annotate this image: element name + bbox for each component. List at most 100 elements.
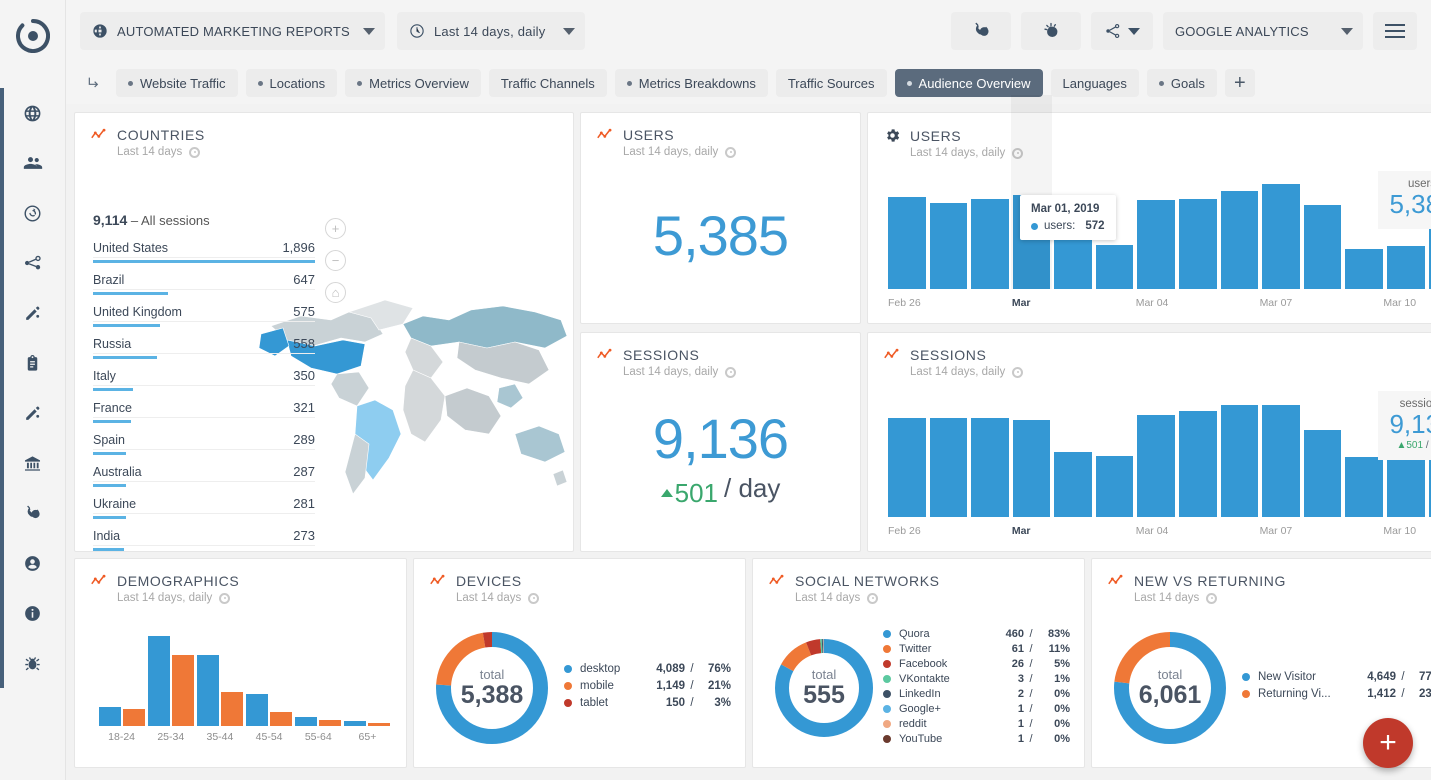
- sessions-bars: [888, 391, 1431, 517]
- tab-goals[interactable]: Goals: [1147, 69, 1217, 97]
- tab-metrics-breakdowns[interactable]: Metrics Breakdowns: [615, 69, 768, 97]
- legend-row[interactable]: Returning Vi...1,412/23%: [1242, 688, 1431, 700]
- tab-traffic-channels[interactable]: Traffic Channels: [489, 69, 607, 97]
- bar[interactable]: [1221, 191, 1259, 289]
- bar[interactable]: [1221, 405, 1259, 518]
- bar[interactable]: [1304, 430, 1342, 517]
- country-row[interactable]: Italy350: [93, 368, 315, 391]
- country-row[interactable]: Russia558: [93, 336, 315, 359]
- legend-row[interactable]: Facebook26/5%: [883, 658, 1070, 670]
- data-source-select[interactable]: GOOGLE ANALYTICS: [1163, 12, 1363, 50]
- legend-row[interactable]: Quora460/83%: [883, 628, 1070, 640]
- country-row[interactable]: Spain289: [93, 432, 315, 455]
- bar[interactable]: [1179, 411, 1217, 517]
- sidebar-item-bug[interactable]: [0, 638, 65, 688]
- bar[interactable]: [888, 197, 926, 289]
- sidebar-item-account[interactable]: [0, 538, 65, 588]
- bar[interactable]: [888, 418, 926, 517]
- add-tab-button[interactable]: +: [1225, 69, 1255, 97]
- bar[interactable]: [1137, 200, 1175, 289]
- tab-website-traffic[interactable]: Website Traffic: [116, 69, 238, 97]
- plug-button[interactable]: [951, 12, 1011, 50]
- demographics-bar[interactable]: [221, 692, 243, 726]
- bar[interactable]: [1387, 246, 1425, 289]
- country-row[interactable]: United Kingdom575: [93, 304, 315, 327]
- country-row[interactable]: France321: [93, 400, 315, 423]
- legend-row[interactable]: Google+1/0%: [883, 703, 1070, 715]
- demographics-bar[interactable]: [172, 655, 194, 726]
- map-home-button[interactable]: ⌂: [325, 282, 346, 303]
- users-chart-area[interactable]: [888, 171, 1431, 289]
- main-menu-button[interactable]: [1373, 12, 1417, 50]
- date-range-select[interactable]: Last 14 days, daily: [397, 12, 585, 50]
- map-zoom-in-button[interactable]: +: [325, 218, 346, 239]
- sidebar-item-info[interactable]: [0, 588, 65, 638]
- share-button[interactable]: [1091, 12, 1153, 50]
- demographics-bar[interactable]: [295, 717, 317, 726]
- tab-metrics-overview[interactable]: Metrics Overview: [345, 69, 481, 97]
- sidebar-item-users[interactable]: [0, 138, 65, 188]
- bar[interactable]: [1345, 249, 1383, 289]
- alerts-button[interactable]: [1021, 12, 1081, 50]
- legend-row[interactable]: mobile1,149/21%: [564, 680, 731, 692]
- sidebar-item-bank[interactable]: [0, 438, 65, 488]
- demographics-bar[interactable]: [148, 636, 170, 726]
- bar[interactable]: [1262, 184, 1300, 289]
- bar[interactable]: [930, 418, 968, 517]
- bar[interactable]: [1013, 420, 1051, 517]
- bar[interactable]: [1262, 405, 1300, 518]
- bar[interactable]: [1096, 456, 1134, 517]
- sidebar-item-refresh[interactable]: [0, 188, 65, 238]
- add-widget-fab[interactable]: +: [1363, 718, 1413, 768]
- demographics-bar[interactable]: [99, 707, 121, 726]
- country-row[interactable]: Australia287: [93, 464, 315, 487]
- demographics-bar[interactable]: [319, 720, 341, 726]
- bar[interactable]: [1179, 199, 1217, 289]
- legend-row[interactable]: New Visitor4,649/77%: [1242, 671, 1431, 683]
- tab-languages[interactable]: Languages: [1051, 69, 1139, 97]
- legend-row[interactable]: tablet150/3%: [564, 697, 731, 709]
- sidebar-item-clipboard[interactable]: [0, 338, 65, 388]
- newret-donut-chart[interactable]: total 6,061: [1114, 632, 1226, 744]
- bar[interactable]: [1054, 235, 1092, 289]
- report-select[interactable]: AUTOMATED MARKETING REPORTS: [80, 12, 385, 50]
- tab-traffic-sources[interactable]: Traffic Sources: [776, 69, 887, 97]
- bar[interactable]: [1096, 245, 1134, 289]
- bar[interactable]: [1345, 457, 1383, 517]
- sidebar-item-edit[interactable]: [0, 388, 65, 438]
- sessions-chart-area[interactable]: [888, 391, 1431, 517]
- demographics-bar[interactable]: [197, 655, 219, 726]
- bar[interactable]: [1387, 454, 1425, 517]
- legend-row[interactable]: desktop4,089/76%: [564, 663, 731, 675]
- country-row[interactable]: India273: [93, 528, 315, 551]
- map-zoom-out-button[interactable]: −: [325, 250, 346, 271]
- country-row[interactable]: Ukraine281: [93, 496, 315, 519]
- social-donut-chart[interactable]: total 555: [775, 639, 873, 737]
- devices-donut-chart[interactable]: total 5,388: [436, 632, 548, 744]
- bar[interactable]: [1304, 205, 1342, 289]
- app-logo[interactable]: [0, 0, 65, 72]
- sidebar-item-share-nodes[interactable]: [0, 238, 65, 288]
- sidebar-item-plug[interactable]: [0, 488, 65, 538]
- bar[interactable]: [971, 199, 1009, 289]
- legend-row[interactable]: YouTube1/0%: [883, 733, 1070, 745]
- demographics-bar[interactable]: [246, 694, 268, 726]
- demographics-bar[interactable]: [270, 712, 292, 726]
- bar[interactable]: [971, 418, 1009, 517]
- bar[interactable]: [1137, 415, 1175, 517]
- bar[interactable]: [1054, 452, 1092, 517]
- tab-locations[interactable]: Locations: [246, 69, 338, 97]
- sidebar-item-pencil[interactable]: [0, 288, 65, 338]
- legend-row[interactable]: Twitter61/11%: [883, 643, 1070, 655]
- legend-row[interactable]: reddit1/0%: [883, 718, 1070, 730]
- country-row[interactable]: United States1,896: [93, 240, 315, 263]
- sidebar-item-globe[interactable]: [0, 88, 65, 138]
- tab-audience-overview[interactable]: Audience Overview: [895, 69, 1043, 97]
- legend-row[interactable]: LinkedIn2/0%: [883, 688, 1070, 700]
- country-row[interactable]: Brazil647: [93, 272, 315, 295]
- demographics-bar[interactable]: [368, 723, 390, 726]
- legend-row[interactable]: VKontakte3/1%: [883, 673, 1070, 685]
- bar[interactable]: [930, 203, 968, 289]
- demographics-bar[interactable]: [344, 721, 366, 726]
- demographics-bar[interactable]: [123, 709, 145, 726]
